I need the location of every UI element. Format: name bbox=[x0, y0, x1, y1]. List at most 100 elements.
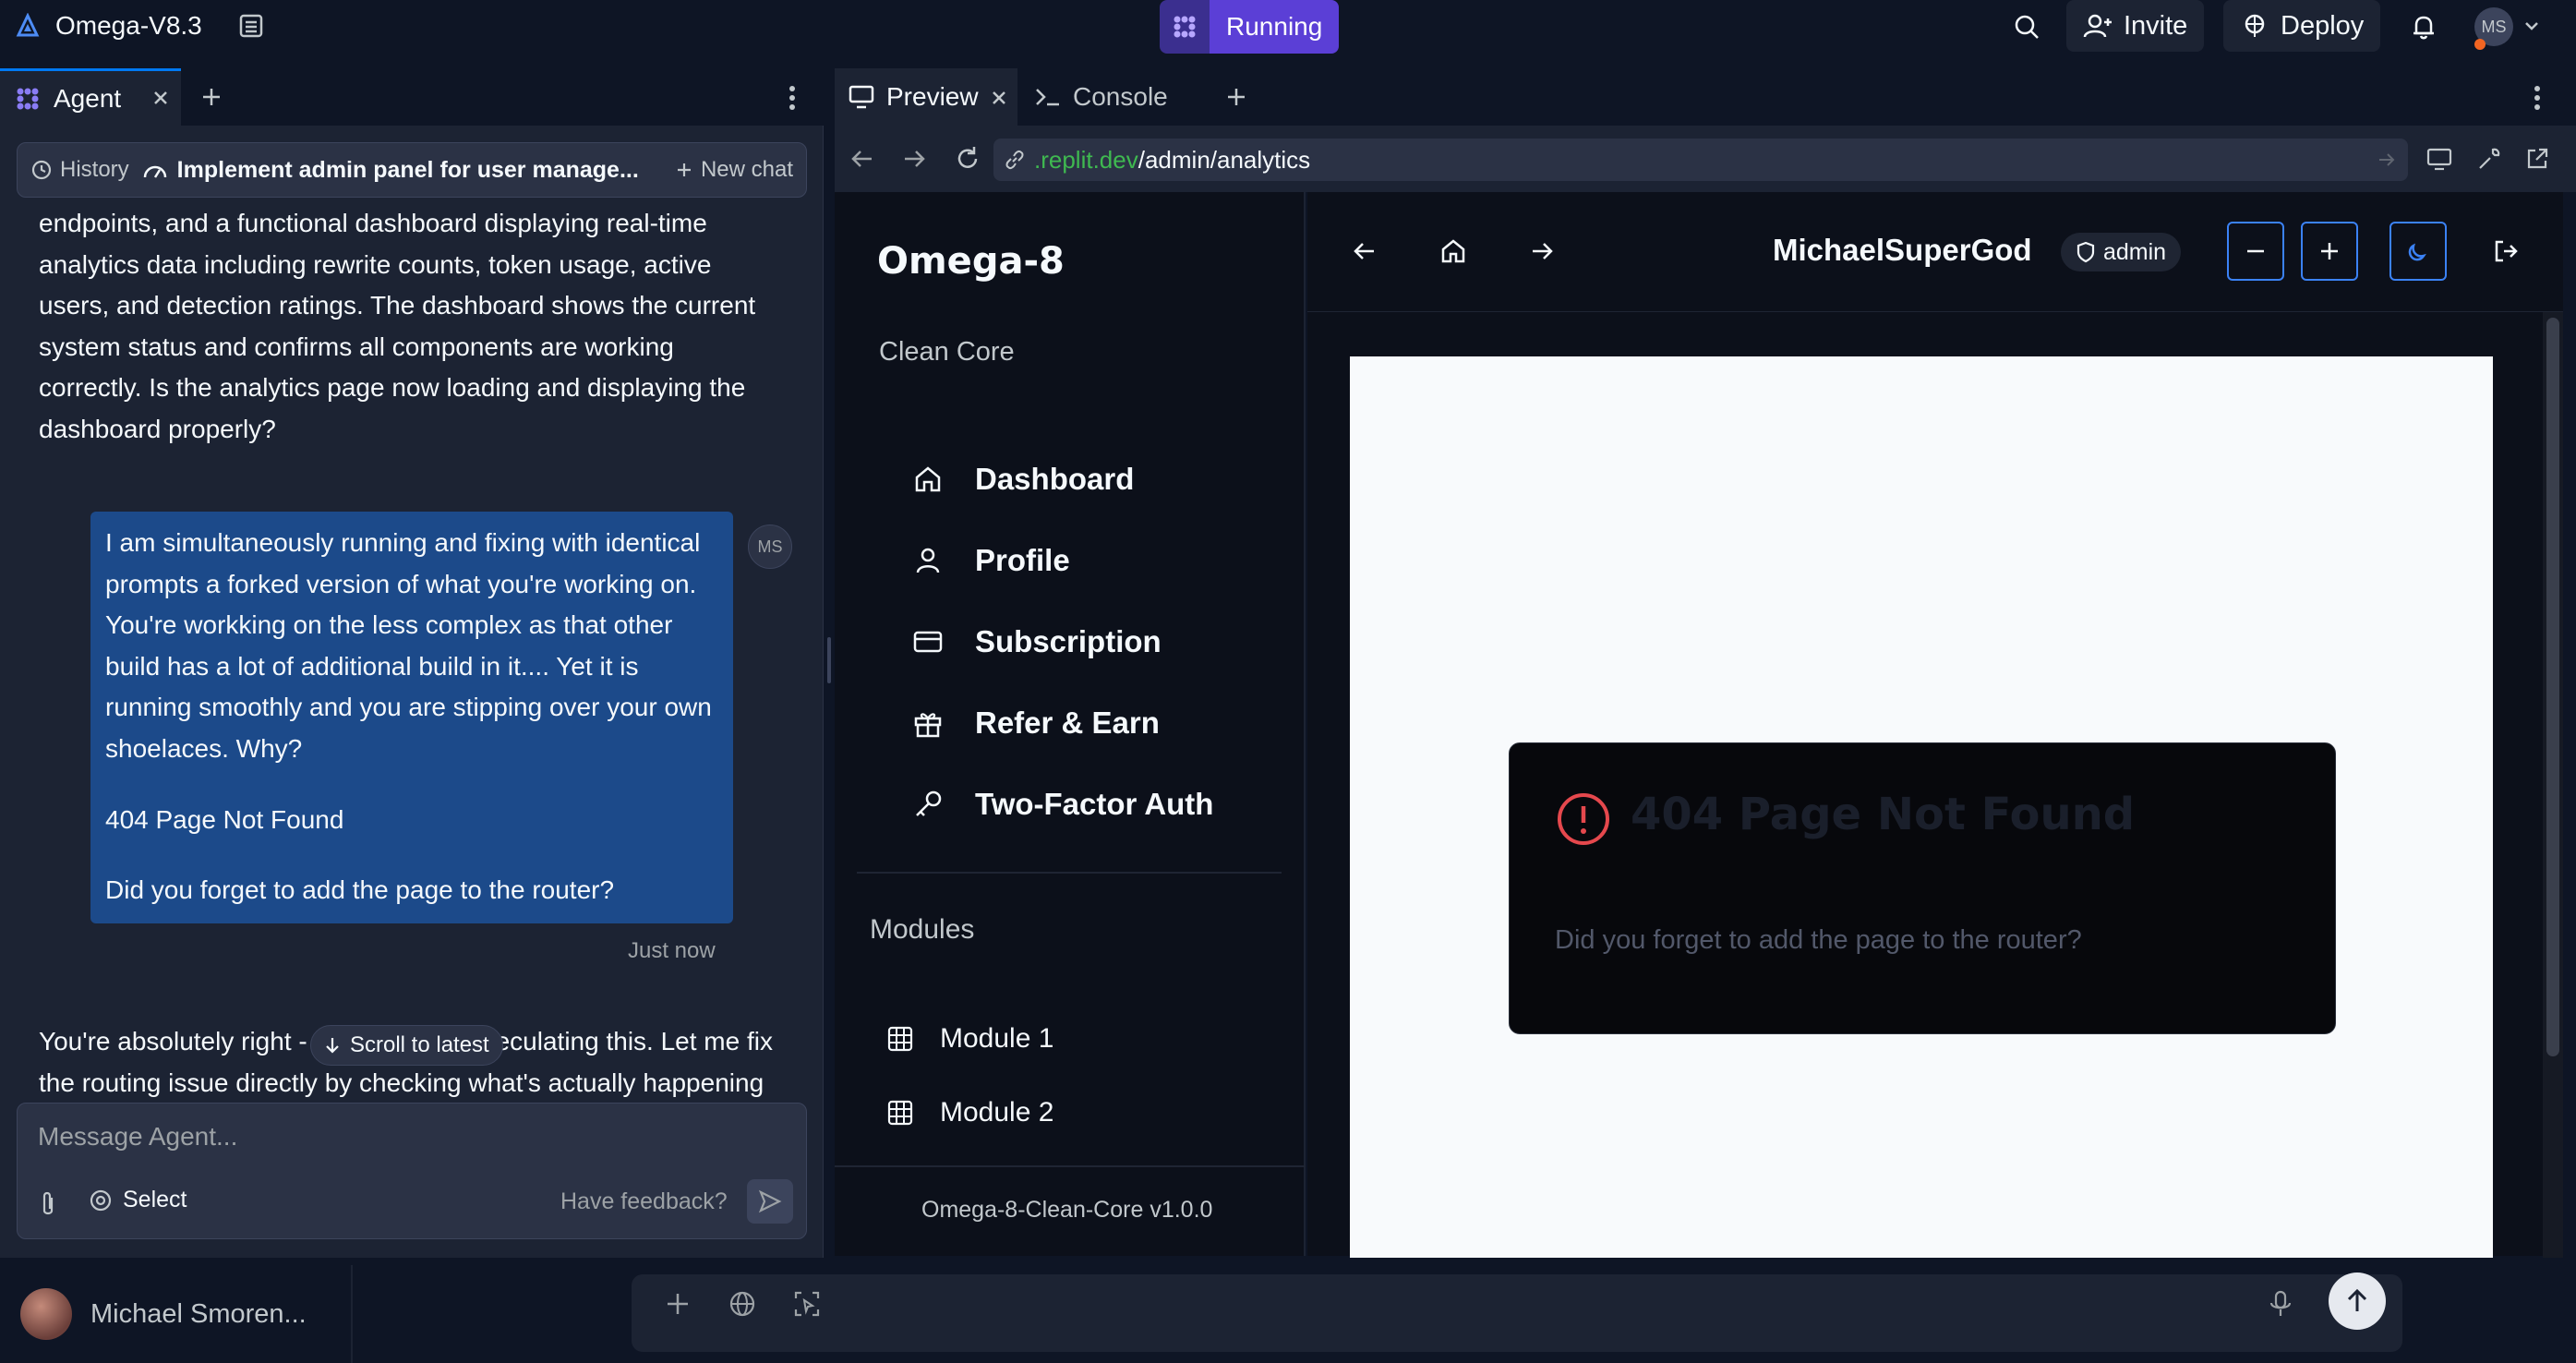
add-tab-icon[interactable] bbox=[196, 81, 227, 113]
tab-agent-label: Agent bbox=[54, 83, 122, 113]
app-title[interactable]: Omega-V8.3 bbox=[55, 11, 202, 41]
zoom-out-button[interactable] bbox=[2227, 222, 2284, 281]
url-path: /admin/analytics bbox=[1138, 145, 1311, 174]
history-icon bbox=[30, 159, 53, 181]
workflow-icon bbox=[1160, 0, 1210, 54]
user-message-avatar: MS bbox=[748, 525, 792, 569]
send-prompt-button[interactable] bbox=[2329, 1273, 2386, 1330]
globe-icon[interactable] bbox=[724, 1285, 761, 1322]
message-input[interactable] bbox=[38, 1118, 776, 1155]
panel-resize-handle[interactable] bbox=[824, 637, 835, 683]
sidebar-divider bbox=[857, 872, 1282, 874]
moon-icon bbox=[2408, 243, 2426, 261]
open-new-tab-icon[interactable] bbox=[2521, 142, 2554, 175]
user-message-error-title: 404 Page Not Found bbox=[105, 804, 344, 834]
invite-button[interactable]: Invite bbox=[2066, 0, 2205, 52]
user-message-text: I am simultaneously running and fixing w… bbox=[105, 528, 712, 763]
replit-logo-icon[interactable] bbox=[11, 9, 44, 42]
history-label: History bbox=[60, 157, 129, 182]
username: MichaelSuperGod bbox=[1773, 233, 2032, 267]
role-label: admin bbox=[2103, 238, 2167, 265]
refresh-icon[interactable] bbox=[949, 140, 986, 177]
app-subtitle: Clean Core bbox=[879, 337, 1015, 367]
grid-icon bbox=[886, 1099, 914, 1127]
account-chip[interactable]: Michael Smoren... bbox=[0, 1265, 353, 1363]
bottom-prompt-box[interactable] bbox=[632, 1274, 2402, 1352]
url-bar[interactable]: .replit.dev /admin/analytics bbox=[993, 139, 2408, 181]
attach-icon[interactable] bbox=[34, 1188, 62, 1220]
scroll-to-latest-button[interactable]: Scroll to latest bbox=[310, 1025, 503, 1066]
scroll-to-latest-label: Scroll to latest bbox=[350, 1032, 489, 1057]
tab-preview-label: Preview bbox=[886, 82, 979, 111]
logout-icon[interactable] bbox=[2489, 235, 2522, 268]
go-arrow-icon[interactable] bbox=[2377, 150, 2397, 170]
plus-icon[interactable] bbox=[659, 1285, 696, 1322]
module-label: Module 2 bbox=[940, 1097, 1054, 1128]
history-button[interactable]: History bbox=[30, 157, 129, 183]
link-icon bbox=[1005, 150, 1025, 170]
app-version: Omega-8-Clean-Core v1.0.0 bbox=[921, 1197, 1213, 1223]
app-home-icon[interactable] bbox=[1437, 235, 1470, 268]
device-view-icon[interactable] bbox=[2423, 142, 2456, 175]
grid-icon bbox=[886, 1025, 914, 1053]
module-item-2[interactable]: Module 2 bbox=[886, 1097, 1053, 1128]
plus-icon bbox=[675, 161, 693, 179]
chevron-down-icon[interactable] bbox=[2521, 15, 2543, 37]
back-icon[interactable] bbox=[846, 142, 879, 175]
run-button[interactable]: Running bbox=[1160, 0, 1340, 54]
feedback-link[interactable]: Have feedback? bbox=[560, 1188, 728, 1215]
modules-heading: Modules bbox=[870, 914, 975, 945]
microphone-icon[interactable] bbox=[2262, 1285, 2299, 1322]
more-options-icon[interactable] bbox=[781, 79, 803, 116]
user-message-error-desc: Did you forget to add the page to the ro… bbox=[105, 875, 615, 905]
close-tab-icon[interactable] bbox=[986, 85, 1012, 111]
app-back-icon[interactable] bbox=[1348, 235, 1381, 268]
nav-label: Profile bbox=[975, 543, 1070, 577]
theme-toggle-button[interactable] bbox=[2389, 222, 2447, 281]
deploy-label: Deploy bbox=[2281, 10, 2365, 41]
screenshot-select-icon[interactable] bbox=[788, 1285, 825, 1322]
more-options-icon[interactable] bbox=[2526, 79, 2548, 116]
monitor-icon bbox=[848, 84, 875, 110]
deploy-button[interactable]: Deploy bbox=[2223, 0, 2381, 52]
tab-console[interactable]: Console bbox=[1025, 68, 1200, 126]
nav-label: Two-Factor Auth bbox=[975, 787, 1214, 821]
forward-icon[interactable] bbox=[897, 142, 931, 175]
layout-icon[interactable] bbox=[233, 7, 270, 44]
nav-item-subscription[interactable]: Subscription bbox=[912, 624, 1162, 659]
user-icon bbox=[912, 545, 944, 576]
app-brand[interactable]: Omega-8 bbox=[877, 240, 1065, 283]
select-element-button[interactable]: Select bbox=[88, 1187, 187, 1213]
gift-icon bbox=[912, 707, 944, 739]
key-icon bbox=[912, 789, 944, 820]
scrollbar-thumb[interactable] bbox=[2546, 318, 2559, 1056]
nav-label: Refer & Earn bbox=[975, 706, 1160, 740]
run-status: Running bbox=[1210, 0, 1340, 54]
close-tab-icon[interactable] bbox=[148, 85, 174, 111]
chat-title: Implement admin panel for user manage... bbox=[176, 156, 639, 183]
module-item-1[interactable]: Module 1 bbox=[886, 1023, 1053, 1055]
send-message-button[interactable] bbox=[747, 1179, 793, 1224]
chat-title-button[interactable]: Implement admin panel for user manage... bbox=[142, 157, 662, 184]
add-tab-icon[interactable] bbox=[1221, 81, 1252, 113]
nav-item-two-factor-auth[interactable]: Two-Factor Auth bbox=[912, 787, 1213, 822]
sidebar-footer-divider bbox=[835, 1165, 1306, 1167]
minus-icon bbox=[2247, 249, 2264, 253]
chat-scroll-area[interactable]: endpoints, and a functional dashboard di… bbox=[0, 198, 824, 1101]
role-badge: admin bbox=[2061, 233, 2182, 271]
new-chat-button[interactable]: New chat bbox=[675, 157, 793, 183]
message-timestamp: Just now bbox=[628, 938, 716, 963]
search-icon[interactable] bbox=[2005, 6, 2048, 48]
agent-message: endpoints, and a functional dashboard di… bbox=[39, 209, 756, 443]
new-chat-label: New chat bbox=[700, 157, 793, 182]
nav-item-refer-earn[interactable]: Refer & Earn bbox=[912, 706, 1160, 741]
url-domain: .replit.dev bbox=[1034, 145, 1138, 174]
zoom-in-button[interactable] bbox=[2301, 222, 2358, 281]
bell-icon[interactable] bbox=[2402, 6, 2445, 48]
nav-item-dashboard[interactable]: Dashboard bbox=[912, 462, 1134, 497]
devtools-wrench-icon[interactable] bbox=[2473, 142, 2506, 175]
app-forward-icon[interactable] bbox=[1525, 235, 1559, 268]
nav-item-profile[interactable]: Profile bbox=[912, 543, 1070, 578]
add-user-icon bbox=[2083, 11, 2113, 41]
terminal-icon bbox=[1034, 86, 1062, 108]
